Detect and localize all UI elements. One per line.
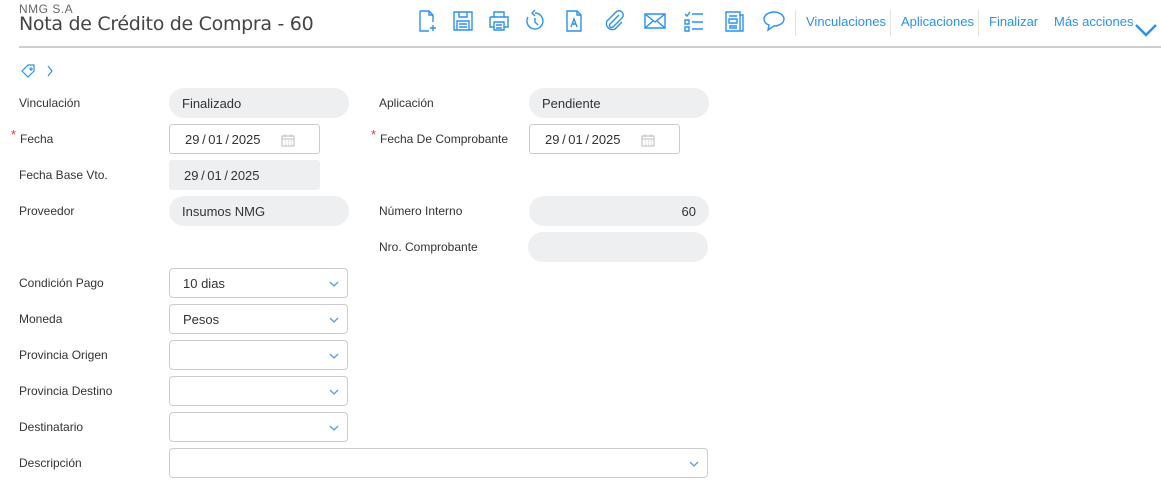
chevron-down-icon	[329, 425, 339, 431]
numero-interno-label: Número Interno	[379, 204, 463, 218]
aplicacion-label: Aplicación	[379, 96, 434, 110]
descripcion-select[interactable]	[169, 448, 708, 478]
checklist-icon[interactable]	[682, 9, 706, 33]
fecha-base-value: 29 / 01 / 2025	[184, 167, 260, 183]
required-marker: *	[11, 127, 17, 142]
aplicacion-field: Pendiente	[529, 88, 709, 118]
condicion-pago-select[interactable]: 10 dias	[169, 268, 348, 298]
fecha-label: Fecha	[20, 132, 54, 146]
fecha-base-label: Fecha Base Vto.	[19, 168, 108, 182]
history-icon[interactable]	[523, 9, 547, 33]
tags-toggle[interactable]	[21, 64, 55, 83]
vinculacion-label: Vinculación	[19, 96, 81, 110]
numero-interno-field: 60	[529, 196, 709, 226]
chevron-down-icon	[329, 317, 339, 323]
comment-icon[interactable]	[762, 9, 786, 33]
destinatario-label: Destinatario	[19, 420, 84, 434]
email-icon[interactable]	[643, 9, 667, 33]
provincia-origen-label: Provincia Origen	[19, 348, 108, 362]
required-marker: *	[371, 127, 377, 142]
fecha-comprobante-value: 29 / 01 / 2025	[545, 131, 621, 147]
proveedor-field: Insumos NMG	[169, 196, 349, 226]
provincia-destino-select[interactable]	[169, 376, 348, 406]
chevron-down-icon	[689, 461, 699, 467]
header-divider	[19, 46, 1161, 48]
fecha-value: 29 / 01 / 2025	[185, 131, 261, 147]
fecha-base-field: 29 / 01 / 2025	[169, 160, 320, 190]
condicion-pago-label: Condición Pago	[19, 276, 104, 290]
more-actions-label: Más acciones	[1054, 14, 1134, 29]
fecha-comprobante-input[interactable]: 29 / 01 / 2025	[529, 124, 680, 154]
calendar-icon[interactable]	[641, 133, 655, 147]
chevron-down-icon	[1135, 24, 1157, 37]
print-icon[interactable]	[487, 9, 511, 33]
provincia-destino-label: Provincia Destino	[19, 384, 113, 398]
chevron-down-icon	[329, 389, 339, 395]
nro-comprobante-label: Nro. Comprobante	[379, 240, 478, 254]
report-icon[interactable]	[722, 9, 746, 33]
nro-comprobante-field	[528, 232, 708, 262]
chevron-down-icon	[329, 281, 339, 287]
descripcion-label: Descripción	[19, 456, 82, 470]
calendar-icon[interactable]	[281, 133, 295, 147]
chevron-down-icon	[329, 353, 339, 359]
fecha-input[interactable]: 29 / 01 / 2025	[169, 124, 320, 154]
attachment-icon[interactable]	[602, 9, 626, 33]
vinculaciones-link[interactable]: Vinculaciones	[806, 14, 886, 29]
provincia-origen-select[interactable]	[169, 340, 348, 370]
destinatario-select[interactable]	[169, 412, 348, 442]
fecha-comprobante-label: Fecha De Comprobante	[380, 132, 509, 146]
finalizar-link[interactable]: Finalizar	[989, 14, 1038, 29]
moneda-select[interactable]: Pesos	[169, 304, 348, 334]
divider	[978, 10, 979, 36]
aplicaciones-link[interactable]: Aplicaciones	[901, 14, 974, 29]
page-title: Nota de Crédito de Compra - 60	[19, 13, 314, 35]
new-document-icon[interactable]	[415, 9, 439, 33]
divider	[890, 10, 891, 36]
proveedor-label: Proveedor	[19, 204, 75, 218]
tag-icon	[21, 64, 35, 78]
moneda-label: Moneda	[19, 312, 63, 326]
condicion-pago-value: 10 dias	[183, 275, 225, 291]
chevron-right-icon	[47, 65, 54, 77]
moneda-value: Pesos	[183, 311, 220, 327]
more-actions-dropdown[interactable]: Más acciones	[1054, 14, 1157, 37]
text-document-icon[interactable]	[562, 9, 586, 33]
save-icon[interactable]	[451, 9, 475, 33]
divider	[795, 10, 796, 36]
vinculacion-field: Finalizado	[169, 88, 349, 118]
